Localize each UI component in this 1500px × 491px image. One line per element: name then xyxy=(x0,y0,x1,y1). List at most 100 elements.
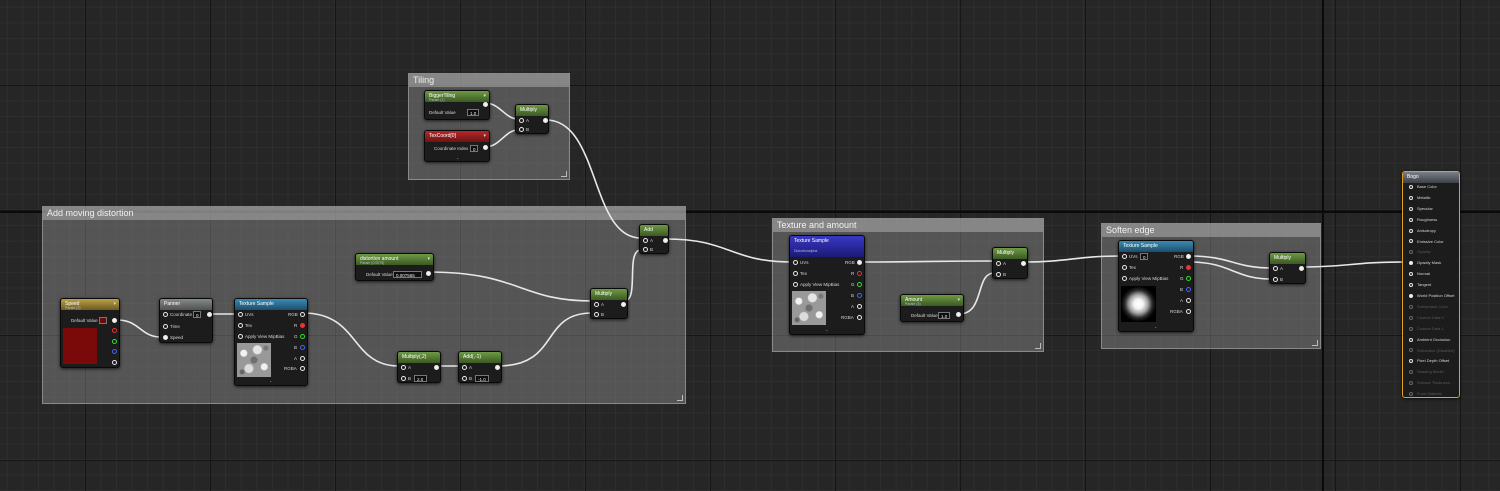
node-amount[interactable]: Amount Param (1) ▾ Default Value 1.0 xyxy=(900,294,964,322)
input-pin-a[interactable] xyxy=(519,118,524,123)
input-pin-a[interactable] xyxy=(401,365,406,370)
output-pin-a[interactable] xyxy=(300,356,305,361)
node-multiply-amount[interactable]: Multiply A B xyxy=(992,247,1028,279)
input-pin[interactable] xyxy=(1409,392,1413,397)
result-input-row[interactable]: Normal xyxy=(1409,271,1430,277)
input-pin[interactable] xyxy=(1409,348,1413,353)
result-input-row[interactable]: Roughness xyxy=(1409,217,1437,223)
output-pin-rgb[interactable] xyxy=(1186,254,1191,259)
output-pin-rgb[interactable] xyxy=(857,260,862,265)
output-pin[interactable] xyxy=(663,238,668,243)
output-pin-rgb[interactable] xyxy=(300,312,305,317)
input-pin-b[interactable] xyxy=(643,247,648,252)
input-pin-apply-view[interactable] xyxy=(793,282,798,287)
input-pin-apply-view[interactable] xyxy=(238,334,243,339)
input-pin-tex[interactable] xyxy=(793,271,798,276)
result-input-row[interactable]: Refraction (Disabled) xyxy=(1409,348,1455,354)
input-pin-uvs[interactable] xyxy=(793,260,798,265)
output-pin-rgba[interactable] xyxy=(857,315,862,320)
result-input-row[interactable]: Subsurface Color xyxy=(1409,304,1448,310)
result-input-row[interactable]: World Position Offset xyxy=(1409,293,1454,299)
node-texture-sample-2[interactable]: Texture Sample Distortionalpha UVs Tex Ap… xyxy=(789,235,865,335)
output-pin[interactable] xyxy=(207,312,212,317)
node-add-neg1[interactable]: Add(,-1) A B -1.0 xyxy=(458,351,502,383)
output-pin-g[interactable] xyxy=(857,282,862,287)
input-pin[interactable] xyxy=(1409,250,1413,255)
input-pin-tex[interactable] xyxy=(238,323,243,328)
output-pin-rgba[interactable] xyxy=(300,366,305,371)
input-pin[interactable] xyxy=(1409,370,1413,375)
node-distortion-amount[interactable]: distortion amount Param (0.0075) ▾ Default… xyxy=(355,253,434,281)
output-pin-rgba[interactable] xyxy=(1186,309,1191,314)
node-material-result[interactable]: Bogo Base Color Metallic Specular Roughness… xyxy=(1402,171,1460,398)
node-tex-coord[interactable]: TexCoord[0] ▾ Coordinate Index 0 ⌄ xyxy=(424,130,490,162)
output-pin-b[interactable] xyxy=(857,293,862,298)
node-texture-sample-3[interactable]: Texture Sample UVs 0 Tex Apply View MipB… xyxy=(1118,240,1194,332)
input-pin[interactable] xyxy=(1409,304,1413,309)
input-pin-a[interactable] xyxy=(594,302,599,307)
input-pin[interactable] xyxy=(1409,293,1413,298)
output-pin-rgb[interactable] xyxy=(112,318,117,323)
input-pin[interactable] xyxy=(1409,283,1413,288)
input-pin-uvs[interactable] xyxy=(238,312,243,317)
output-pin-a[interactable] xyxy=(1186,298,1191,303)
output-pin[interactable] xyxy=(621,302,626,307)
default-value-input[interactable]: 0.007565 xyxy=(393,271,422,278)
input-pin-b[interactable] xyxy=(401,376,406,381)
uvs-input[interactable]: 0 xyxy=(1140,253,1148,260)
output-pin-b[interactable] xyxy=(112,349,117,354)
result-input-row[interactable]: Metallic xyxy=(1409,195,1431,201)
output-pin-r[interactable] xyxy=(300,323,305,328)
result-input-row[interactable]: Surface Thickness xyxy=(1409,380,1450,386)
result-input-row[interactable]: Custom Data 0 xyxy=(1409,315,1444,321)
output-pin[interactable] xyxy=(426,271,431,276)
input-pin-tex[interactable] xyxy=(1122,265,1127,270)
input-pin-a[interactable] xyxy=(996,261,1001,266)
output-pin-g[interactable] xyxy=(112,339,117,344)
default-value-input[interactable]: 1.0 xyxy=(467,109,480,116)
input-pin[interactable] xyxy=(1409,337,1413,342)
input-pin-uvs[interactable] xyxy=(1122,254,1127,259)
input-pin-apply-view[interactable] xyxy=(1122,276,1127,281)
input-pin[interactable] xyxy=(1409,326,1413,331)
input-pin-a[interactable] xyxy=(462,365,467,370)
default-value-input[interactable]: 1.0 xyxy=(938,312,950,319)
result-input-row[interactable]: Specular xyxy=(1409,206,1433,212)
output-pin-g[interactable] xyxy=(300,334,305,339)
coordinate-index-input[interactable]: 0 xyxy=(470,145,478,152)
result-input-row[interactable]: Front Material xyxy=(1409,391,1442,397)
chevron-down-icon[interactable]: ▾ xyxy=(483,91,486,102)
output-pin[interactable] xyxy=(1299,266,1304,271)
expand-chevron-icon[interactable]: ⌄ xyxy=(269,378,272,383)
result-input-row[interactable]: Emissive Color xyxy=(1409,239,1444,245)
b-value-input[interactable]: -1.0 xyxy=(475,375,489,382)
output-pin[interactable] xyxy=(1021,261,1026,266)
input-pin-b[interactable] xyxy=(594,312,599,317)
output-pin-r[interactable] xyxy=(112,328,117,333)
input-pin[interactable] xyxy=(1409,261,1413,266)
input-pin[interactable] xyxy=(1409,228,1413,233)
input-pin[interactable] xyxy=(1409,359,1413,364)
input-pin-b[interactable] xyxy=(1273,277,1278,282)
output-pin[interactable] xyxy=(495,365,500,370)
input-pin[interactable] xyxy=(1409,239,1413,244)
chevron-down-icon[interactable]: ▾ xyxy=(483,131,486,142)
node-texture-sample-1[interactable]: Texture Sample UVs Tex Apply View MipBia… xyxy=(234,298,308,386)
chevron-down-icon[interactable]: ▾ xyxy=(113,299,116,310)
output-pin-rgba[interactable] xyxy=(112,360,117,365)
result-input-row[interactable]: Tangent xyxy=(1409,282,1431,288)
output-pin-r[interactable] xyxy=(857,271,862,276)
node-multiply-2[interactable]: Multiply(,2) A B 2.0 xyxy=(397,351,441,383)
output-pin-b[interactable] xyxy=(1186,287,1191,292)
result-input-row[interactable]: Custom Data 1 xyxy=(1409,326,1444,332)
chevron-down-icon[interactable]: ▾ xyxy=(427,254,430,265)
output-pin-g[interactable] xyxy=(1186,276,1191,281)
node-panner[interactable]: Panner Coordinate 0 Time Speed xyxy=(159,298,213,343)
output-pin[interactable] xyxy=(434,365,439,370)
output-pin-a[interactable] xyxy=(857,304,862,309)
input-pin-b[interactable] xyxy=(462,376,467,381)
input-pin-a[interactable] xyxy=(1273,266,1278,271)
input-pin[interactable] xyxy=(1409,315,1413,320)
input-pin[interactable] xyxy=(1409,184,1413,189)
output-pin-r[interactable] xyxy=(1186,265,1191,270)
